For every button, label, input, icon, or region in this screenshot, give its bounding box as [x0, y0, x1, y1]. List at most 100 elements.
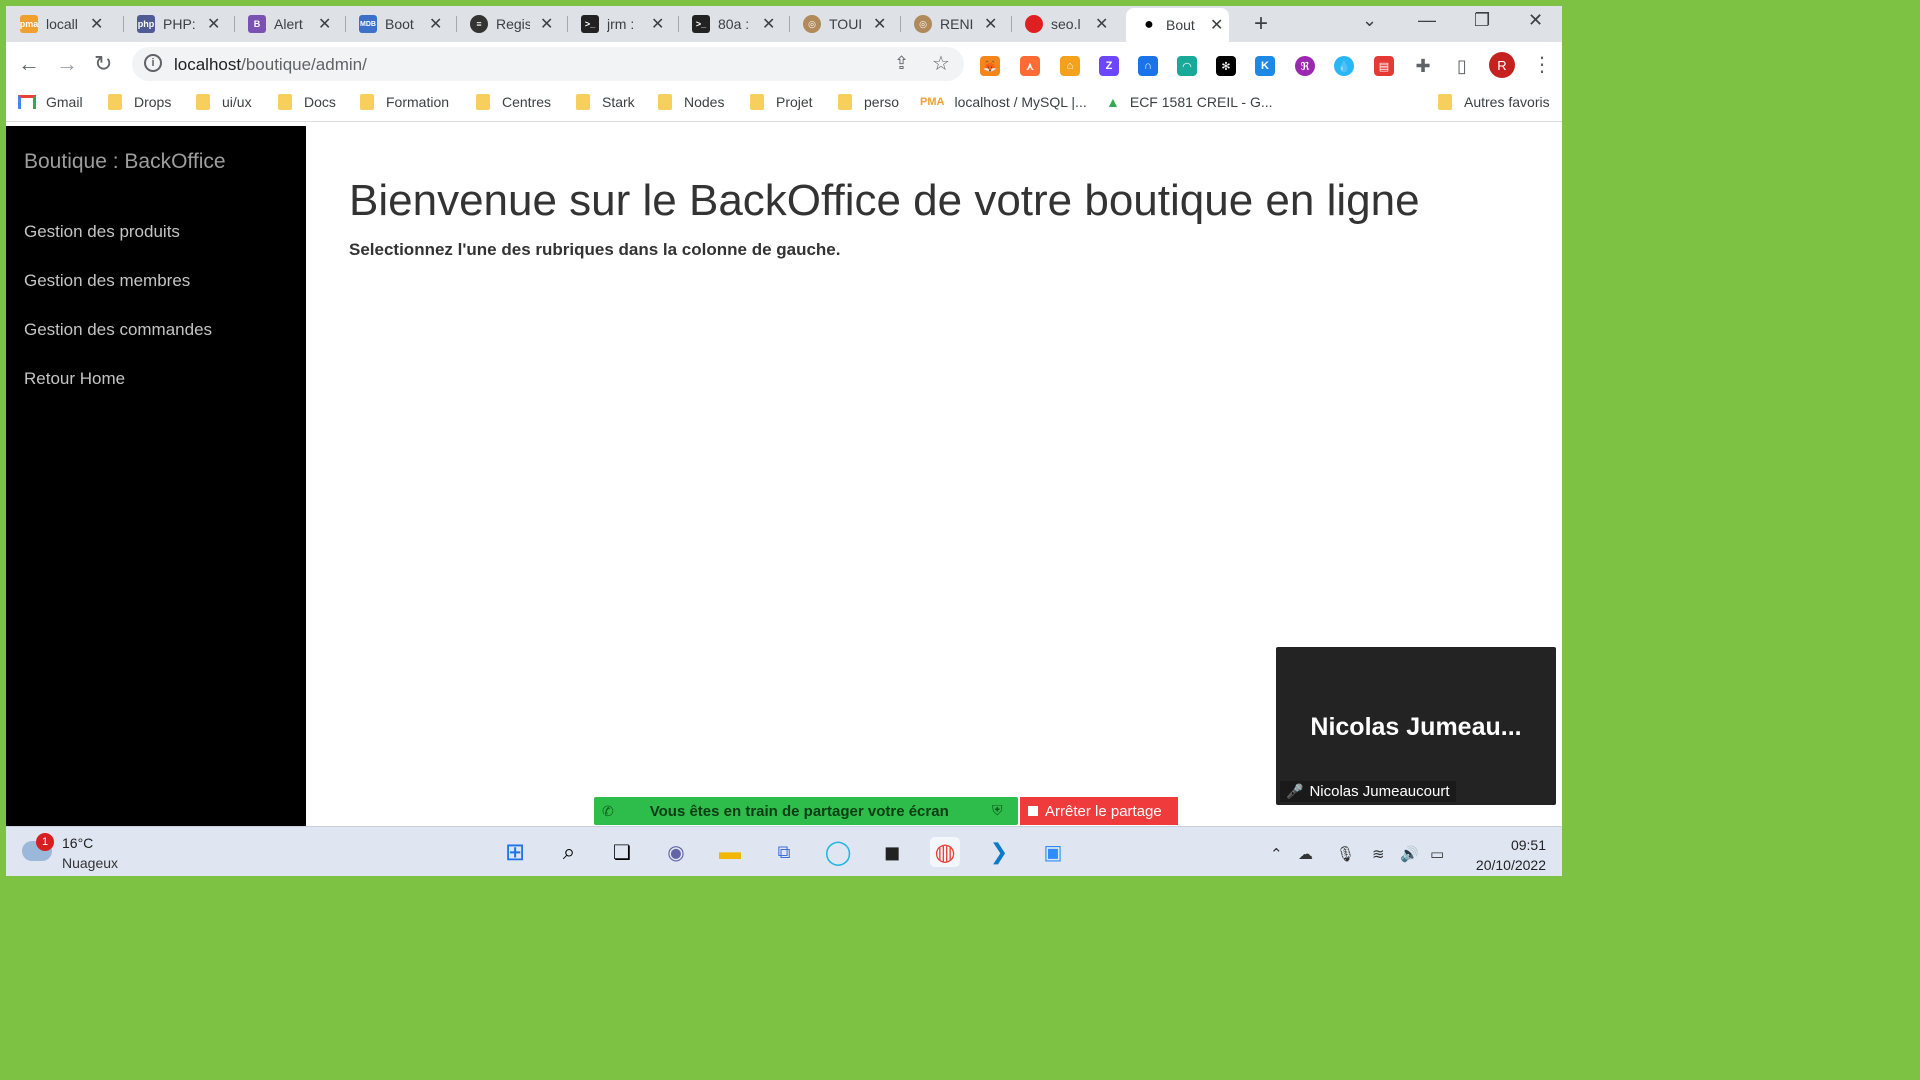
side-panel-icon[interactable]: ▯ — [1452, 56, 1472, 76]
extension-icon[interactable]: ⋏ — [1020, 56, 1040, 76]
tab-terminal-jrm[interactable]: >_ jrm : ✕ — [567, 8, 670, 40]
weather-condition[interactable]: Nuageux — [62, 855, 118, 871]
close-icon[interactable]: ✕ — [540, 14, 553, 34]
edge-like-icon[interactable]: ◯ — [823, 837, 853, 867]
bookmark-drive-ecf[interactable]: ▲ ECF 1581 CREIL - G... — [1106, 94, 1273, 110]
extension-icon[interactable]: ℜ — [1295, 56, 1315, 76]
onedrive-icon[interactable]: ☁ — [1298, 845, 1313, 863]
bookmark-folder-stark[interactable]: Stark — [576, 94, 635, 110]
microphone-icon[interactable]: 🎙 — [1336, 845, 1355, 863]
forward-button[interactable]: → — [56, 51, 78, 77]
close-icon[interactable]: ✕ — [762, 14, 775, 34]
folder-icon — [658, 94, 672, 110]
menu-dots-icon[interactable]: ⋮ — [1532, 52, 1552, 77]
nav-link-home[interactable]: Retour Home — [24, 369, 125, 389]
bookmark-phpmyadmin[interactable]: PMA localhost / MySQL |... — [920, 94, 1087, 110]
windows-start-icon[interactable]: ⊞ — [500, 837, 530, 867]
reload-button[interactable]: ↻ — [94, 51, 112, 77]
tab-reni[interactable]: ◎ RENI ✕ — [900, 8, 1003, 40]
close-icon[interactable]: ✕ — [651, 14, 664, 34]
vscode-icon[interactable]: ❯ — [984, 837, 1014, 867]
tab-bootstrap-alerts[interactable]: B Alert ✕ — [234, 8, 337, 40]
network-app-icon[interactable]: ⧉ — [769, 837, 799, 867]
back-button[interactable]: ← — [18, 51, 40, 77]
notification-badge: 1 — [36, 833, 54, 851]
task-view-icon[interactable]: ❏ — [607, 837, 637, 867]
folder-icon — [278, 94, 292, 110]
brand-title[interactable]: Boutique : BackOffice — [24, 150, 226, 174]
zoom-icon[interactable]: ▣ — [1038, 837, 1068, 867]
file-explorer-icon[interactable]: ▬ — [715, 837, 745, 867]
gmail-icon — [18, 95, 36, 109]
tab-boutique-active[interactable]: ● Bout ✕ — [1126, 8, 1230, 42]
bookmark-folder-other[interactable]: Autres favoris — [1438, 94, 1550, 110]
extension-icon[interactable]: Z — [1099, 56, 1119, 76]
address-url[interactable]: localhost/boutique/admin/ — [174, 55, 367, 75]
chrome-icon[interactable]: ◍ — [930, 837, 960, 867]
bookmark-folder-perso[interactable]: perso — [838, 94, 899, 110]
screen-share-bar[interactable]: ✆ Vous êtes en train de partager votre é… — [594, 797, 1018, 825]
close-icon[interactable]: ✕ — [1095, 14, 1108, 34]
weather-temperature[interactable]: 16°C — [62, 835, 93, 851]
puzzle-extensions-icon[interactable]: ✚ — [1413, 56, 1433, 76]
tab-register[interactable]: ≡ Regis ✕ — [456, 8, 559, 40]
tab-php[interactable]: php PHP: ✕ — [123, 8, 226, 40]
bookmark-folder-uiux[interactable]: ui/ux — [196, 94, 252, 110]
bookmark-folder-nodes[interactable]: Nodes — [658, 94, 724, 110]
red-dot-icon — [1025, 15, 1043, 33]
phpmyadmin-icon: pma — [20, 15, 38, 33]
close-window-button[interactable]: ✕ — [1528, 10, 1543, 31]
close-icon[interactable]: ✕ — [318, 14, 331, 34]
battery-icon[interactable]: ▭ — [1430, 845, 1444, 863]
tab-search-icon[interactable]: ⌄ — [1362, 10, 1377, 31]
nav-link-orders[interactable]: Gestion des commandes — [24, 320, 212, 340]
admin-sidebar: Boutique : BackOffice Gestion des produi… — [6, 126, 306, 826]
bookmark-folder-centres[interactable]: Centres — [476, 94, 551, 110]
extension-icon[interactable]: ▤ — [1374, 56, 1394, 76]
extension-icon[interactable]: K — [1255, 56, 1275, 76]
tab-toui[interactable]: ◎ TOUI ✕ — [789, 8, 892, 40]
volume-icon[interactable]: 🔊 — [1400, 845, 1419, 863]
close-icon[interactable]: ✕ — [90, 14, 103, 34]
bookmark-folder-formation[interactable]: Formation — [360, 94, 449, 110]
tab-mdb-bootstrap[interactable]: MDB Boot ✕ — [345, 8, 448, 40]
system-clock[interactable]: 09:51 20/10/2022 — [1476, 835, 1546, 875]
close-icon[interactable]: ✕ — [1210, 15, 1223, 35]
tab-seo[interactable]: seo.l ✕ — [1011, 8, 1114, 40]
extension-icon[interactable]: ⌂ — [1060, 56, 1080, 76]
extension-icon[interactable]: ✻ — [1216, 56, 1236, 76]
folder-icon — [1438, 94, 1452, 110]
tab-phpmyadmin[interactable]: pma locall ✕ — [6, 8, 109, 40]
extension-icon[interactable]: ∩ — [1138, 56, 1158, 76]
extension-icon[interactable]: ◠ — [1177, 56, 1197, 76]
teams-chat-icon[interactable]: ◉ — [661, 837, 691, 867]
search-icon[interactable]: ⌕ — [554, 837, 584, 867]
close-icon[interactable]: ✕ — [207, 14, 220, 34]
close-icon[interactable]: ✕ — [984, 14, 997, 34]
metamask-extension-icon[interactable]: 🦊 — [980, 56, 1000, 76]
stop-sharing-button[interactable]: Arrêter le partage — [1020, 797, 1178, 825]
bookmark-folder-docs[interactable]: Docs — [278, 94, 336, 110]
extension-icon[interactable]: 💧 — [1334, 56, 1354, 76]
wifi-icon[interactable]: ≋ — [1372, 845, 1385, 863]
tab-terminal-80a[interactable]: >_ 80a : ✕ — [678, 8, 781, 40]
nav-link-products[interactable]: Gestion des produits — [24, 222, 180, 242]
close-icon[interactable]: ✕ — [429, 14, 442, 34]
profile-avatar[interactable]: R — [1489, 52, 1515, 78]
bookmark-star-icon[interactable]: ☆ — [932, 51, 950, 76]
restore-button[interactable]: ❐ — [1474, 10, 1490, 31]
chevron-up-icon[interactable]: ⌃ — [1270, 845, 1283, 863]
nav-link-members[interactable]: Gestion des membres — [24, 271, 190, 291]
sticky-notes-icon[interactable]: ◼ — [877, 837, 907, 867]
bookmark-folder-drops[interactable]: Drops — [108, 94, 171, 110]
meeting-video-tile[interactable]: Nicolas Jumeau... 🎤 Nicolas Jumeaucourt — [1276, 647, 1556, 805]
windows-taskbar: 1 16°C Nuageux ⊞ ⌕ ❏ ◉ ▬ ⧉ ◯ ◼ ◍ ❯ ▣ ⌃ ☁… — [6, 826, 1562, 876]
share-icon[interactable]: ⇪ — [894, 53, 909, 74]
new-tab-button[interactable]: + — [1254, 10, 1268, 38]
bookmark-folder-projet[interactable]: Projet — [750, 94, 813, 110]
address-bar[interactable]: i localhost/boutique/admin/ ⇪ ☆ — [132, 47, 964, 81]
bookmark-gmail[interactable]: Gmail — [18, 94, 83, 110]
close-icon[interactable]: ✕ — [873, 14, 886, 34]
site-info-icon[interactable]: i — [144, 54, 162, 72]
minimize-button[interactable]: — — [1418, 10, 1436, 31]
